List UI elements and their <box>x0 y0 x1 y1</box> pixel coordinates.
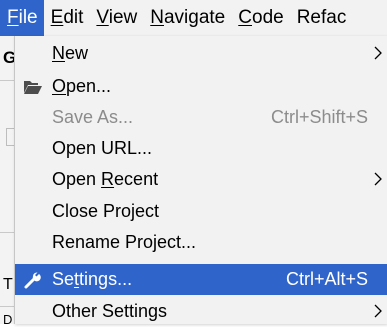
menu-item-new[interactable]: New <box>15 38 387 69</box>
menu-bar: File Edit View Navigate Code Refac <box>0 0 387 36</box>
menu-refactor[interactable]: Refac <box>290 0 353 36</box>
menu-item-save-as-shortcut: Ctrl+Shift+S <box>270 107 368 127</box>
menu-navigate-mnemonic: N <box>150 7 164 28</box>
menu-item-settings[interactable]: Settings... Ctrl+Alt+S <box>15 264 387 295</box>
background-tab-fragment: T <box>3 276 13 293</box>
menu-item-open-recent-label: Open Recent <box>52 169 158 190</box>
menu-navigate-label: avigate <box>163 7 226 28</box>
menu-item-open-label: Open... <box>52 76 111 97</box>
menu-code-label: ode <box>252 7 284 28</box>
wrench-icon <box>24 272 41 289</box>
menu-file[interactable]: File <box>0 0 44 36</box>
menu-item-new-label: New <box>52 43 88 64</box>
menu-code[interactable]: Code <box>231 0 289 36</box>
menu-file-mnemonic: F <box>7 7 19 28</box>
menu-item-settings-label: Settings... <box>52 269 132 290</box>
menu-item-other-settings[interactable]: Other Settings <box>15 296 387 327</box>
menu-item-new-mnemonic: N <box>52 43 65 63</box>
menu-view-label: iew <box>108 7 138 28</box>
menu-item-rename-project[interactable]: Rename Project... <box>15 227 387 258</box>
menu-refactor-label: Refac <box>296 7 347 28</box>
menu-item-close-project-label: Close Project <box>52 201 160 221</box>
menu-item-open-recent-post: ecent <box>114 169 159 189</box>
menu-view-mnemonic: V <box>96 7 109 28</box>
menu-item-new-text: ew <box>65 43 89 63</box>
menu-item-rename-project-label: Rename Project... <box>52 232 197 252</box>
file-menu-dropdown: New Open... Save As... Ctrl+Shift+S Open… <box>14 36 387 324</box>
menu-item-settings-pre: Se <box>52 269 75 289</box>
menu-item-open[interactable]: Open... <box>15 71 387 102</box>
menu-item-save-as[interactable]: Save As... Ctrl+Shift+S <box>15 102 387 133</box>
menu-view[interactable]: View <box>89 0 143 36</box>
menu-code-mnemonic: C <box>238 7 252 28</box>
background-divider-3 <box>0 306 14 307</box>
menu-edit-label: dit <box>63 7 84 28</box>
menu-navigate[interactable]: Navigate <box>143 0 231 36</box>
menu-item-open-text: pen... <box>66 76 112 96</box>
menu-file-label: ile <box>18 7 38 28</box>
menu-item-open-url[interactable]: Open URL... <box>15 133 387 164</box>
submenu-arrow-icon <box>374 46 382 60</box>
menu-item-save-as-label: Save As... <box>52 107 134 127</box>
menu-edit[interactable]: Edit <box>44 0 90 36</box>
menu-edit-mnemonic: E <box>50 7 64 28</box>
menu-item-open-recent-pre: Open <box>52 169 102 189</box>
menu-item-open-recent-mnemonic: R <box>101 169 115 189</box>
background-ide-strip: G T D <box>0 36 16 327</box>
submenu-arrow-icon <box>374 172 382 186</box>
menu-item-open-mnemonic: O <box>52 76 67 96</box>
menu-item-close-project[interactable]: Close Project <box>15 196 387 227</box>
menu-item-open-recent[interactable]: Open Recent <box>15 164 387 195</box>
menu-item-other-settings-label: Other Settings <box>52 301 168 321</box>
submenu-arrow-icon <box>374 304 382 318</box>
folder-open-icon <box>24 81 42 94</box>
menu-item-settings-shortcut: Ctrl+Alt+S <box>285 269 368 289</box>
background-divider <box>0 80 14 81</box>
background-row-fragment: D <box>3 312 13 327</box>
background-divider-2 <box>0 232 14 233</box>
menu-item-open-url-label: Open URL... <box>52 138 153 158</box>
menu-item-settings-post: tings... <box>79 269 133 289</box>
